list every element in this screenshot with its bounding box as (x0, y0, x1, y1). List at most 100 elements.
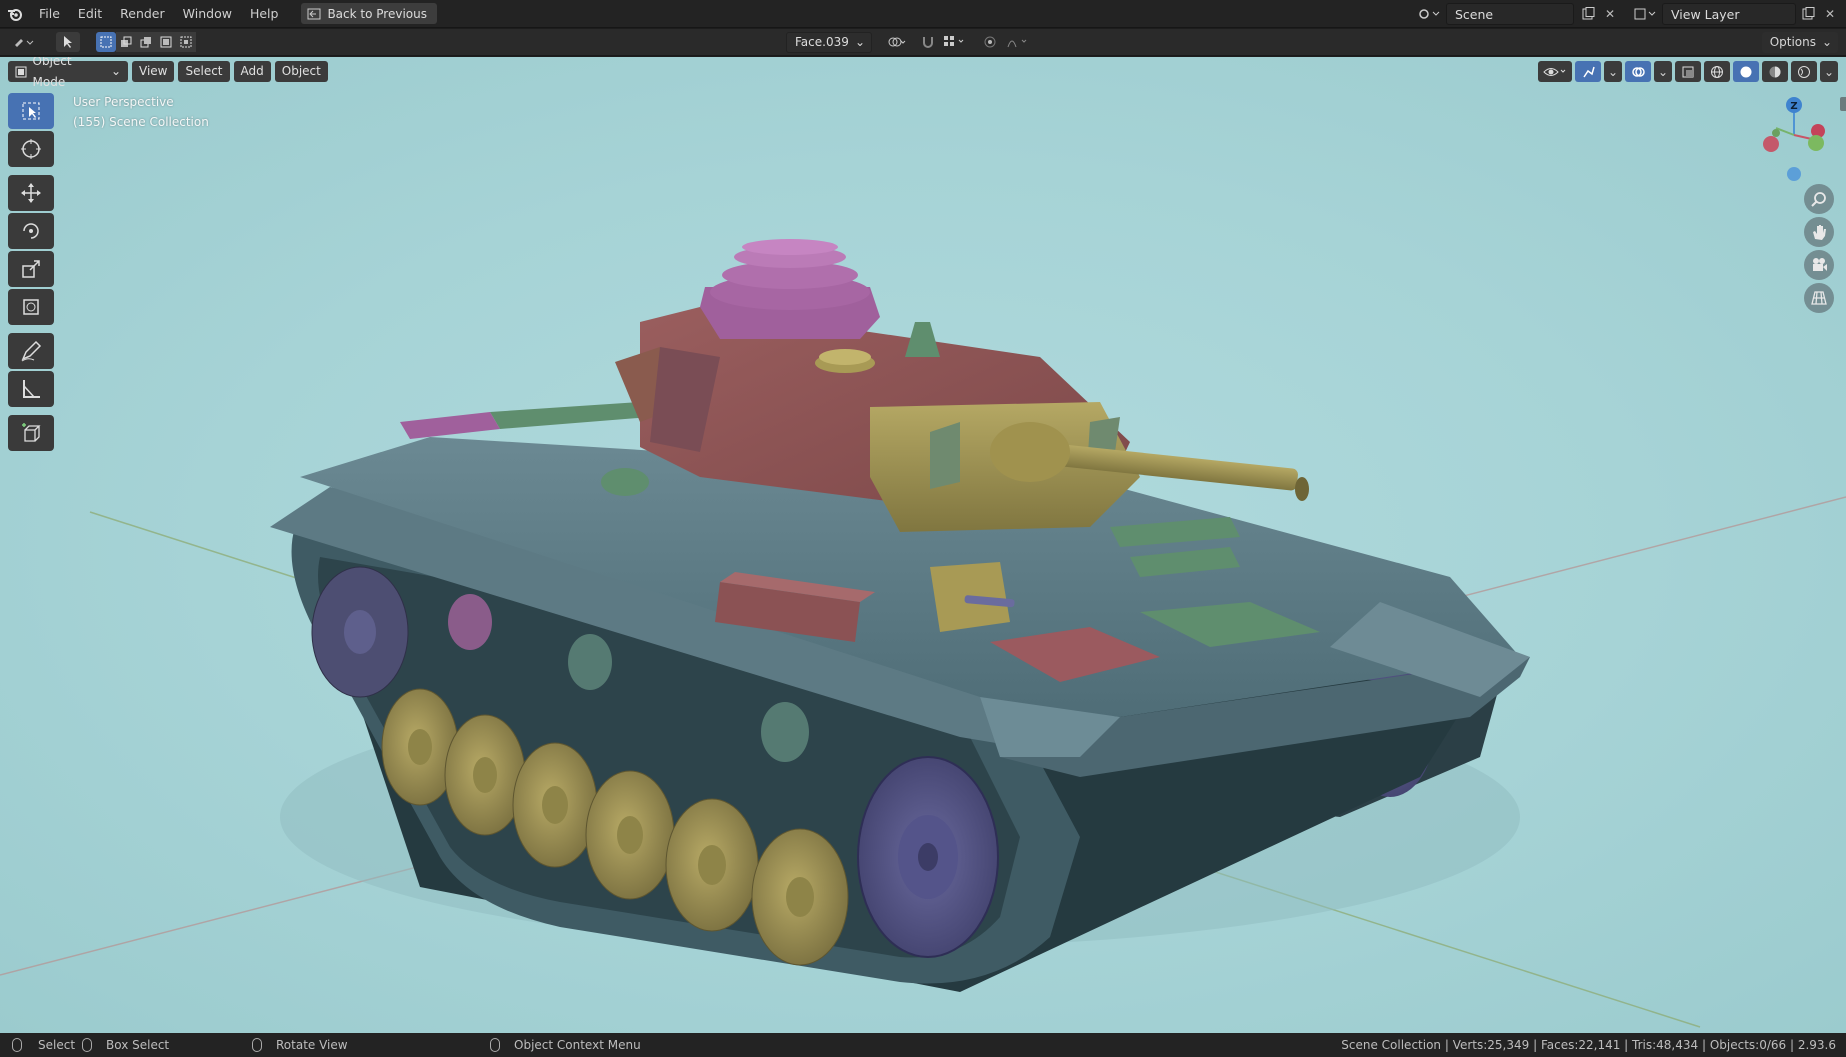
overlays-toggle-icon[interactable] (1625, 61, 1651, 82)
active-object-dropdown[interactable]: Face.039 ⌄ (786, 32, 872, 53)
delete-scene-icon[interactable]: ✕ (1600, 4, 1620, 24)
measure-tool[interactable] (8, 371, 54, 407)
xray-toggle-icon[interactable] (1675, 61, 1701, 82)
rendered-shading-icon[interactable] (1791, 61, 1817, 82)
menu-help[interactable]: Help (241, 0, 288, 28)
rotate-tool[interactable] (8, 213, 54, 249)
move-icon (21, 183, 41, 203)
snap-magnet-icon[interactable] (918, 32, 938, 52)
new-view-layer-icon[interactable] (1798, 4, 1818, 24)
object-mode-label: Object Mode (32, 57, 72, 89)
solid-shading-icon[interactable] (1733, 61, 1759, 82)
material-shading-icon[interactable] (1762, 61, 1788, 82)
top-menu-bar: File Edit Render Window Help Back to Pre… (0, 0, 1846, 28)
chevron-down-icon[interactable]: ⌄ (1604, 61, 1622, 82)
move-tool[interactable] (8, 175, 54, 211)
scene-collection-label: (155) Scene Collection (73, 115, 209, 129)
viewport-display-controls: ⌄ ⌄ ⌄ (1538, 61, 1838, 82)
status-select: Select (12, 1038, 75, 1052)
gizmo-y-axis[interactable] (1808, 135, 1824, 151)
cursor-tool[interactable] (8, 131, 54, 167)
gizmo-z-label: Z (1790, 101, 1797, 112)
chevron-down-icon: ⌄ (854, 35, 865, 49)
rotate-icon (23, 223, 39, 239)
status-rotate-view-label: Rotate View (276, 1038, 348, 1052)
menu-edit[interactable]: Edit (69, 0, 111, 28)
selection-mode-subtract-icon[interactable] (136, 32, 156, 52)
status-box-select-label: Box Select (106, 1038, 170, 1052)
status-box-select: Box Select (82, 1038, 169, 1052)
snap-increment-icon[interactable] (940, 32, 970, 52)
status-rotate-view: Rotate View (252, 1038, 348, 1052)
transform-tool[interactable] (8, 289, 54, 325)
chevron-down-icon[interactable]: ⌄ (1820, 61, 1838, 82)
sidebar-toggle-icon[interactable] (1840, 97, 1846, 111)
mouse-middle-icon (252, 1038, 262, 1052)
chevron-down-icon[interactable]: ⌄ (1654, 61, 1672, 82)
add-cube-icon (22, 423, 41, 442)
add-menu[interactable]: Add (233, 61, 271, 82)
tool-settings-bar: Face.039 ⌄ Options ⌄ (0, 29, 1846, 56)
view-layer-name: View Layer (1671, 6, 1740, 22)
gizmo-toggle-icon[interactable] (1575, 61, 1601, 82)
object-mode-dropdown[interactable]: Object Mode ⌄ (8, 57, 128, 89)
chevron-down-icon: ⌄ (1821, 35, 1832, 49)
scale-tool[interactable] (8, 251, 54, 287)
transform-icon (23, 299, 39, 315)
zoom-icon[interactable] (1804, 184, 1834, 214)
perspective-grid-icon[interactable] (1804, 283, 1834, 313)
selection-mode-new-icon[interactable] (96, 32, 116, 52)
annotate-pencil-icon (21, 340, 42, 362)
options-label: Options (1769, 35, 1816, 49)
select-box-tool[interactable] (8, 93, 54, 129)
view-layer-name-field[interactable]: View Layer (1662, 3, 1796, 25)
transform-pivot-icon[interactable] (884, 32, 910, 52)
drive-sprocket (857, 756, 999, 958)
menu-render[interactable]: Render (111, 0, 174, 28)
3d-viewport[interactable]: Object Mode ⌄ View Select Add Object Use… (0, 57, 1846, 1033)
menu-window[interactable]: Window (174, 0, 241, 28)
wireframe-shading-icon[interactable] (1704, 61, 1730, 82)
add-cube-tool[interactable] (8, 415, 54, 451)
options-dropdown[interactable]: Options ⌄ (1761, 32, 1838, 53)
tank-model-render (0, 239, 1846, 1028)
toolbox (8, 93, 54, 453)
visibility-icon[interactable] (1538, 61, 1572, 82)
selection-mode-invert-icon[interactable] (156, 32, 176, 52)
viewport-header: Object Mode ⌄ View Select Add Object (8, 57, 328, 89)
delete-view-layer-icon[interactable]: ✕ (1820, 4, 1840, 24)
gizmo-neg-z-axis[interactable] (1787, 167, 1801, 181)
selection-mode-intersect-icon[interactable] (176, 32, 196, 52)
view-perspective-label: User Perspective (73, 95, 174, 109)
annotate-tool[interactable] (8, 333, 54, 369)
blender-logo-icon[interactable] (0, 0, 30, 28)
selection-mode-extend-icon[interactable] (116, 32, 136, 52)
active-object-label: Face.039 (795, 35, 849, 49)
gizmo-neg-x-axis[interactable] (1763, 136, 1779, 152)
select-menu[interactable]: Select (178, 61, 230, 82)
mouse-left-icon (12, 1038, 22, 1052)
view-layer-selector-icon[interactable] (1630, 4, 1660, 24)
proportional-editing-icon[interactable] (980, 32, 1000, 52)
chevron-down-icon: ⌄ (110, 64, 121, 78)
scene-selector-icon[interactable] (1414, 4, 1444, 24)
select-tool-icon[interactable] (56, 32, 80, 52)
back-to-previous-button[interactable]: Back to Previous (301, 3, 437, 24)
object-menu[interactable]: Object (274, 61, 328, 82)
cursor-icon (21, 139, 41, 159)
select-box-icon (22, 102, 40, 120)
scene-name-field[interactable]: Scene (1446, 3, 1574, 25)
view-menu[interactable]: View (132, 61, 175, 82)
editor-type-icon[interactable] (10, 32, 40, 52)
camera-view-icon[interactable] (1804, 250, 1834, 280)
gizmo-neg-y-axis[interactable] (1772, 129, 1780, 137)
menu-file[interactable]: File (30, 0, 69, 28)
new-scene-icon[interactable] (1578, 4, 1598, 24)
navigation-gizmo[interactable]: Z (1754, 95, 1834, 185)
status-context-menu-label: Object Context Menu (514, 1038, 641, 1052)
scale-icon (22, 260, 40, 278)
proportional-falloff-icon[interactable] (1004, 32, 1032, 52)
pan-hand-icon[interactable] (1804, 217, 1834, 247)
mouse-right-icon (490, 1038, 500, 1052)
scene-name: Scene (1455, 6, 1494, 22)
